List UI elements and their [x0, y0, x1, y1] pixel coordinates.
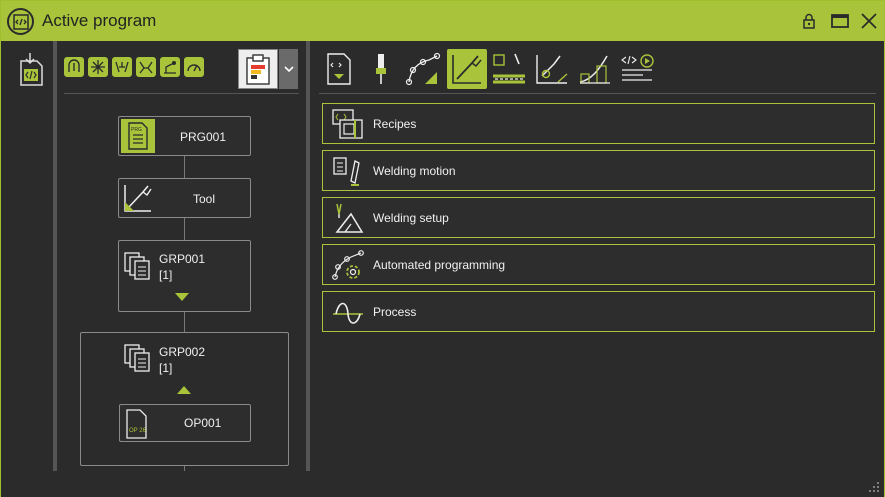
clamp-icon	[139, 61, 153, 74]
welding-tab[interactable]	[447, 49, 487, 89]
torch-tab[interactable]	[361, 49, 401, 89]
program-file-icon: PRG	[121, 119, 155, 153]
group-2-count: [1]	[159, 361, 173, 375]
automated-programming-icon	[331, 249, 365, 281]
tree-node-program[interactable]: PRG PRG001	[118, 116, 251, 156]
code-document-icon	[327, 53, 351, 85]
menu-item-label: Process	[373, 305, 417, 319]
triangle-down-icon	[175, 293, 189, 301]
program-code-tab[interactable]	[319, 49, 359, 89]
code-file-icon	[7, 8, 34, 35]
window-title: Active program	[42, 11, 157, 30]
weave-tab[interactable]	[489, 49, 529, 89]
status-bar	[1, 471, 884, 497]
panel-separator	[306, 41, 310, 471]
code-play-icon	[621, 54, 654, 81]
group-1-label: GRP001	[159, 252, 206, 266]
application-window: Active program PRG PRG001 Tool GRP001 [1…	[0, 0, 885, 497]
clipboard-chart-icon	[246, 54, 270, 85]
tool-filter-2-button[interactable]	[88, 57, 108, 77]
torch-nozzle-icon	[376, 54, 386, 84]
svg-text:OP 26: OP 26	[129, 428, 147, 434]
chevron-down-icon	[283, 66, 294, 73]
menu-item-label: Welding motion	[373, 164, 456, 178]
right-toolbar-divider	[319, 93, 876, 94]
group-files-icon	[123, 251, 153, 281]
weld-bead-icon	[493, 53, 525, 84]
gripper-icon	[115, 61, 129, 73]
run-code-tab[interactable]	[617, 49, 657, 89]
close-button[interactable]	[857, 9, 881, 33]
tree-node-group-1[interactable]: GRP001 [1]	[118, 240, 251, 312]
triangle-up-icon	[177, 386, 191, 394]
lock-icon	[803, 13, 815, 29]
left-strip-separator	[53, 41, 57, 471]
tree-connector	[184, 217, 185, 241]
program-node-label: PRG001	[180, 130, 227, 144]
seam-tracking-icon	[536, 55, 568, 84]
menu-item-automated-programming[interactable]: Automated programming	[322, 244, 875, 285]
welding-torch-icon	[122, 182, 154, 214]
menu-item-label: Automated programming	[373, 258, 506, 272]
program-type-selector[interactable]	[238, 49, 278, 89]
tool-filter-6-button[interactable]	[184, 57, 204, 77]
positioner-icon	[164, 61, 176, 74]
close-icon	[861, 13, 877, 29]
operation-node-label: OP001	[184, 416, 222, 430]
menu-item-label: Welding setup	[373, 211, 449, 225]
welding-motion-icon	[331, 155, 365, 187]
path-tab[interactable]	[403, 49, 443, 89]
title-bar: Active program	[1, 1, 884, 41]
tree-connector	[184, 155, 185, 179]
expand-group-1-button[interactable]	[175, 288, 189, 306]
spark-icon	[91, 60, 105, 74]
tree-toolbar-divider	[64, 93, 299, 94]
export-program-button[interactable]	[11, 49, 51, 89]
process-wave-icon	[331, 296, 365, 328]
maximize-icon	[831, 14, 849, 28]
wire-feed-icon	[68, 59, 80, 72]
collapse-group-2-button[interactable]	[177, 381, 191, 399]
tool-node-label: Tool	[193, 192, 216, 206]
tool-filter-5-button[interactable]	[160, 57, 180, 77]
code-download-icon	[20, 53, 43, 86]
group-2-label: GRP002	[159, 345, 206, 359]
tree-node-group-2[interactable]: GRP002 [1] OP 26 OP001	[80, 332, 289, 466]
tree-node-tool[interactable]: Tool	[118, 178, 251, 218]
menu-item-process[interactable]: Process	[322, 291, 875, 332]
welding-torch-icon	[452, 55, 482, 84]
menu-item-welding-motion[interactable]: Welding motion	[322, 150, 875, 191]
tree-connector	[184, 311, 185, 333]
operation-file-icon: OP 26	[124, 408, 150, 440]
group-1-count: [1]	[159, 268, 173, 282]
svg-text:PRG: PRG	[131, 127, 142, 133]
gauge-icon	[187, 64, 201, 72]
welding-setup-icon	[331, 202, 365, 234]
tool-filter-4-button[interactable]	[136, 57, 156, 77]
program-type-dropdown-toggle[interactable]	[279, 49, 298, 89]
seam-tracking-tab[interactable]	[532, 49, 572, 89]
ramp-icon	[579, 55, 610, 84]
menu-item-label: Recipes	[373, 117, 417, 131]
recipe-book-icon	[331, 108, 365, 140]
menu-item-welding-setup[interactable]: Welding setup	[322, 197, 875, 238]
path-points-icon	[405, 52, 441, 86]
tool-filter-1-button[interactable]	[64, 57, 84, 77]
slope-tab[interactable]	[575, 49, 615, 89]
menu-item-recipes[interactable]: Recipes	[322, 103, 875, 144]
lock-button[interactable]	[797, 9, 821, 33]
tree-node-operation[interactable]: OP 26 OP001	[119, 404, 251, 442]
resize-grip-icon[interactable]	[868, 480, 880, 492]
group-files-icon	[123, 343, 153, 373]
maximize-button[interactable]	[828, 9, 852, 33]
tool-filter-3-button[interactable]	[112, 57, 132, 77]
